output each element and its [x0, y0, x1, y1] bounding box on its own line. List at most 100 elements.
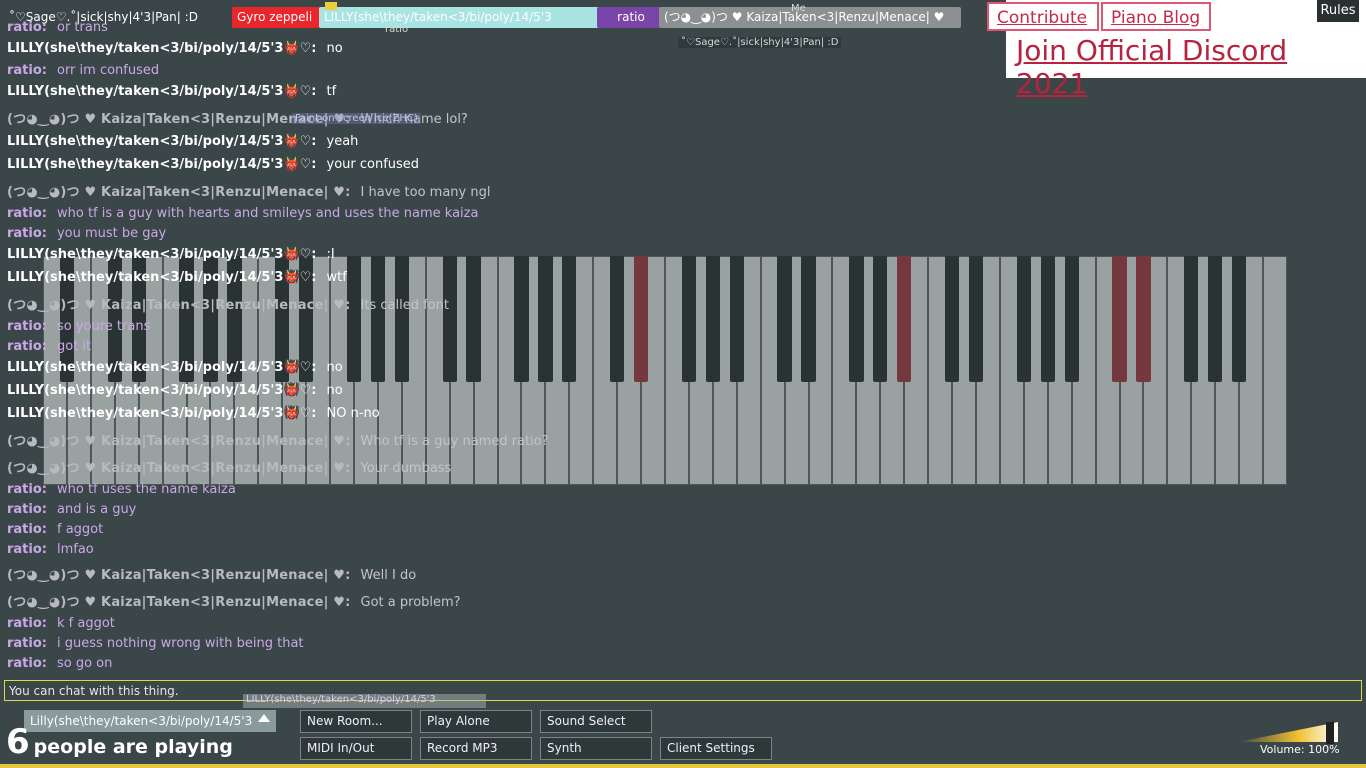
chat-message: ratio: lmfao — [7, 542, 94, 557]
chat-text: no — [326, 360, 343, 375]
chat-message: ratio: so youre trans — [7, 319, 150, 334]
chat-text: yeah — [326, 134, 359, 149]
piano-black-key[interactable] — [1064, 256, 1079, 382]
volume-label: Volume: 100% — [1260, 743, 1340, 756]
chat-author[interactable]: LILLY(she\they/taken<3/bi/poly/14/5'3👹♡: — [7, 383, 317, 398]
chat-message: ratio: f aggot — [7, 522, 103, 537]
chat-text: or trans — [56, 20, 108, 35]
new-room-button[interactable]: New Room... — [300, 710, 412, 733]
chat-message: (つ◕‿◕)つ ♥ Kaiza|Taken<3|Renzu|Menace| ♥:… — [7, 181, 490, 200]
chat-text: lmfao — [56, 542, 94, 557]
chat-text: f aggot — [56, 522, 104, 537]
chat-text: wtf — [326, 270, 347, 285]
chat-message: LILLY(she\they/taken<3/bi/poly/14/5'3👹♡:… — [7, 157, 419, 172]
play-alone-button[interactable]: Play Alone — [420, 710, 532, 733]
piano-black-key[interactable] — [1184, 256, 1199, 382]
chat-message: ratio: or trans — [7, 20, 108, 35]
chat-text: :I — [326, 247, 335, 262]
player-count: 6 people are playing — [6, 722, 233, 762]
chat-author[interactable]: ratio: — [7, 63, 47, 78]
chat-author[interactable]: (つ◕‿◕)つ ♥ Kaiza|Taken<3|Renzu|Menace| ♥: — [7, 595, 351, 610]
chat-message: ratio: got it — [7, 339, 91, 354]
chat-text: you must be gay — [56, 226, 167, 241]
chat-author[interactable]: ratio: — [7, 339, 47, 354]
chat-text: who tf uses the name kaiza — [56, 482, 236, 497]
piano-black-key[interactable] — [1231, 256, 1247, 382]
chat-author[interactable]: LILLY(she\they/taken<3/bi/poly/14/5'3👹♡: — [7, 406, 317, 421]
chat-message: (つ◕‿◕)つ ♥ Kaiza|Taken<3|Renzu|Menace| ♥:… — [7, 430, 549, 449]
contribute-link[interactable]: Contribute — [987, 2, 1099, 31]
chat-author[interactable]: ratio: — [7, 206, 47, 221]
chat-message: ratio: i guess nothing wrong with being t… — [7, 636, 304, 651]
chat-author[interactable]: ratio: — [7, 636, 47, 651]
chat-author[interactable]: LILLY(she\they/taken<3/bi/poly/14/5'3👹♡: — [7, 157, 317, 172]
synth-button[interactable]: Synth — [540, 737, 652, 760]
piano-black-key[interactable] — [1136, 256, 1151, 382]
chat-author[interactable]: LILLY(she\they/taken<3/bi/poly/14/5'3👹♡: — [7, 84, 317, 99]
chat-message: LILLY(she\they/taken<3/bi/poly/14/5'3👹♡:… — [7, 247, 335, 262]
chat-author[interactable]: LILLY(she\they/taken<3/bi/poly/14/5'3👹♡: — [7, 41, 317, 56]
chat-author[interactable]: ratio: — [7, 656, 47, 671]
chat-author[interactable]: (つ◕‿◕)つ ♥ Kaiza|Taken<3|Renzu|Menace| ♥: — [7, 298, 351, 313]
bottom-accent-line — [0, 764, 1366, 768]
chat-text: Well I do — [360, 568, 417, 583]
chat-message: ratio: orr im confused — [7, 63, 159, 78]
chat-message: (つ◕‿◕)つ ♥ Kaiza|Taken<3|Renzu|Menace| ♥:… — [7, 294, 449, 313]
chat-author[interactable]: ratio: — [7, 502, 47, 517]
chat-text: tf — [326, 84, 337, 99]
chat-author[interactable]: ratio: — [7, 522, 47, 537]
record-mp3-button[interactable]: Record MP3 — [420, 737, 532, 760]
rules-button[interactable]: Rules — [1317, 0, 1359, 22]
chat-author[interactable]: (つ◕‿◕)つ ♥ Kaiza|Taken<3|Renzu|Menace| ♥: — [7, 185, 351, 200]
client-settings-button[interactable]: Client Settings — [660, 737, 772, 760]
chat-author[interactable]: LILLY(she\they/taken<3/bi/poly/14/5'3👹♡: — [7, 134, 317, 149]
chat-text: your confused — [326, 157, 420, 172]
chat-author[interactable]: LILLY(she\they/taken<3/bi/poly/14/5'3👹♡: — [7, 360, 317, 375]
chat-message: ratio: and is a guy — [7, 502, 136, 517]
chat-message: ratio: you must be gay — [7, 226, 166, 241]
piano-black-key[interactable] — [1112, 256, 1127, 382]
piano-white-key[interactable] — [1263, 256, 1287, 485]
chat-log: ratio: or trans LILLY(she\they/taken<3/bi/… — [0, 0, 1000, 680]
chat-text: so go on — [56, 656, 113, 671]
piano-blog-link[interactable]: Piano Blog — [1101, 2, 1211, 31]
chat-message: LILLY(she\they/taken<3/bi/poly/14/5'3👹♡:… — [7, 134, 358, 149]
chat-author[interactable]: (つ◕‿◕)つ ♥ Kaiza|Taken<3|Renzu|Menace| ♥: — [7, 568, 351, 583]
piano-black-key[interactable] — [1208, 256, 1223, 382]
volume-slider[interactable] — [1238, 722, 1338, 742]
chat-message: LILLY(she\they/taken<3/bi/poly/14/5'3👹♡:… — [7, 41, 343, 56]
chat-text: NO n-no — [326, 406, 380, 421]
chat-author[interactable]: ratio: — [7, 20, 47, 35]
chat-message: LILLY(she\they/taken<3/bi/poly/14/5'3👹♡:… — [7, 360, 343, 375]
chat-text: Who tf is a guy named ratio? — [360, 434, 549, 449]
chat-message: LILLY(she\they/taken<3/bi/poly/14/5'3👹♡:… — [7, 406, 380, 421]
chat-author[interactable]: ratio: — [7, 226, 47, 241]
chat-author[interactable]: ratio: — [7, 542, 47, 557]
chat-author[interactable]: (つ◕‿◕)つ ♥ Kaiza|Taken<3|Renzu|Menace| ♥: — [7, 461, 351, 476]
chat-input[interactable] — [4, 680, 1362, 701]
chat-author[interactable]: (つ◕‿◕)つ ♥ Kaiza|Taken<3|Renzu|Menace| ♥: — [7, 434, 351, 449]
chat-message: ratio: who tf uses the name kaiza — [7, 482, 236, 497]
chat-author[interactable]: ratio: — [7, 616, 47, 631]
ghost-name-tag: LILLY(she\they/taken<3/bi/poly/14/5'3 — [243, 694, 486, 708]
piano-black-key[interactable] — [1016, 256, 1031, 382]
chat-text: Its called font — [360, 298, 449, 313]
chat-text: got it — [56, 339, 92, 354]
volume-knob[interactable] — [1326, 722, 1334, 744]
chat-text: Got a problem? — [360, 595, 461, 610]
chat-author[interactable]: ratio: — [7, 319, 47, 334]
chat-author[interactable]: LILLY(she\they/taken<3/bi/poly/14/5'3👹♡: — [7, 247, 317, 262]
player-count-number: 6 — [6, 722, 30, 762]
discord-link[interactable]: Join Official Discord 2021 — [1016, 34, 1366, 100]
chat-message: ratio: so go on — [7, 656, 112, 671]
piano-black-key[interactable] — [1040, 256, 1055, 382]
caret-up-icon[interactable] — [258, 714, 270, 722]
chat-message: LILLY(she\they/taken<3/bi/poly/14/5'3👹♡:… — [7, 383, 343, 398]
volume-fill — [1238, 722, 1338, 742]
sound-select-button[interactable]: Sound Select — [540, 710, 652, 733]
chat-author[interactable]: LILLY(she\they/taken<3/bi/poly/14/5'3👹♡: — [7, 270, 317, 285]
chat-message: (つ◕‿◕)つ ♥ Kaiza|Taken<3|Renzu|Menace| ♥:… — [7, 457, 451, 476]
chat-author[interactable]: ratio: — [7, 482, 47, 497]
midi-button[interactable]: MIDI In/Out — [300, 737, 412, 760]
chat-text: Your dumbass — [360, 461, 452, 476]
